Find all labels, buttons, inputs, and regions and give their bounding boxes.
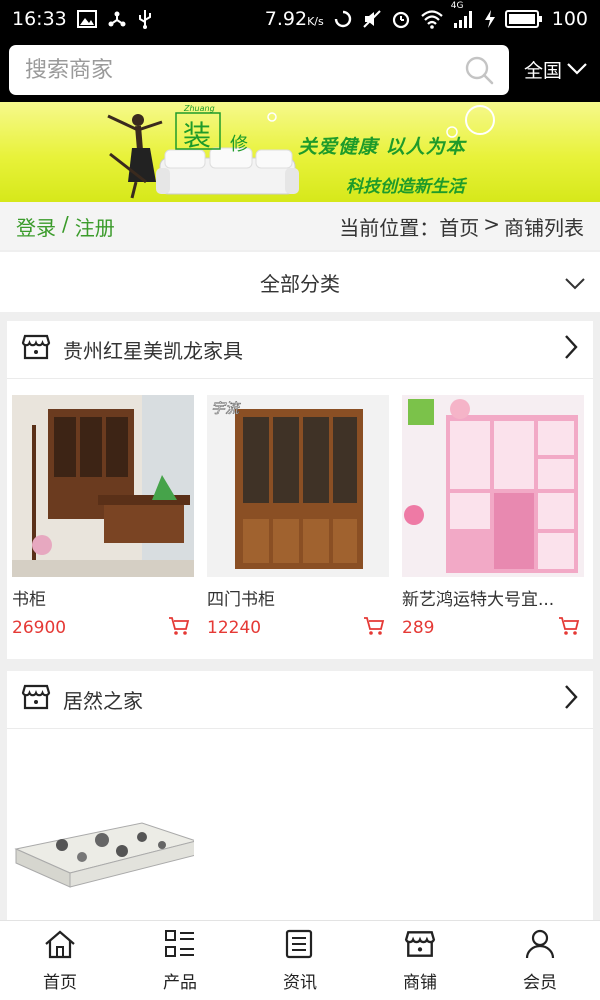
search-bar[interactable]: [9, 45, 509, 95]
breadcrumb-home-link[interactable]: 首页: [439, 212, 479, 241]
product-name: 四门书柜: [207, 590, 275, 610]
product-price: 289: [402, 618, 435, 638]
product-card[interactable]: 新艺鸿运特大号宜... 289: [402, 395, 584, 640]
cart-icon[interactable]: [168, 616, 190, 640]
auth-separator: /: [62, 211, 69, 236]
wifi-icon: [420, 9, 444, 29]
share-icon: [107, 9, 127, 29]
svg-text:宇流: 宇流: [211, 401, 241, 417]
breadcrumb-current: 商铺列表: [504, 215, 584, 240]
store-header[interactable]: 贵州红星美凯龙家具: [7, 321, 593, 379]
dancer-illustration: [107, 114, 163, 199]
image-icon: [76, 10, 97, 28]
sofa-illustration: [156, 147, 299, 195]
store-name: 贵州红星美凯龙家具: [63, 339, 243, 363]
banner-logo-char: 装: [183, 119, 212, 152]
category-filter[interactable]: 全部分类: [0, 252, 600, 312]
network-speed: 7.92K/s: [264, 8, 324, 30]
breadcrumb-arrow: >: [483, 211, 500, 236]
header: 全国: [0, 38, 600, 102]
store-icon: [404, 929, 436, 964]
store-header[interactable]: 居然之家: [7, 671, 593, 729]
alarm-icon: [391, 9, 411, 29]
sync-icon: [333, 9, 353, 29]
region-label: 全国: [524, 60, 563, 82]
banner-logo-char2: 修: [230, 134, 248, 155]
product-image[interactable]: [402, 395, 584, 577]
status-bar: 16:33 7.92K/s 4G 100: [0, 0, 600, 38]
product-name: 书柜: [12, 590, 46, 610]
battery-icon: [504, 9, 543, 29]
products-icon: [164, 929, 196, 964]
store-icon: [21, 333, 51, 366]
store-name: 居然之家: [63, 689, 143, 713]
cart-icon[interactable]: [363, 616, 385, 640]
product-list: [7, 729, 593, 927]
chevron-down-icon: [564, 272, 586, 296]
cart-icon[interactable]: [558, 616, 580, 640]
product-image[interactable]: 宇流: [207, 395, 389, 577]
product-price: 12240: [207, 618, 262, 638]
charging-icon: [484, 9, 496, 29]
clock: 16:33: [12, 8, 67, 30]
chevron-right-icon[interactable]: [563, 683, 579, 716]
store-icon: [21, 683, 51, 716]
app-screen: 16:33 7.92K/s 4G 100 搜索商家 全国 Zhuang 装 修 …: [0, 0, 600, 1000]
tab-label: 首页: [43, 972, 77, 993]
banner-slogan-2: 科技创造新生活: [346, 177, 465, 197]
tab-stores[interactable]: 商铺: [360, 921, 480, 1000]
tab-home[interactable]: 首页: [0, 921, 120, 1000]
bottom-tab-bar: 首页 产品 资讯 商铺 会员: [0, 920, 600, 1000]
product-image[interactable]: [12, 745, 194, 927]
banner-logo-small: Zhuang: [184, 104, 215, 113]
location-prefix: 当前位置：: [339, 215, 440, 240]
tab-products[interactable]: 产品: [120, 921, 240, 1000]
store-card: 居然之家: [7, 671, 593, 927]
chevron-right-icon[interactable]: [563, 333, 579, 366]
banner-slogan-1: 关爱健康 以人为本: [298, 136, 466, 158]
product-image[interactable]: [12, 395, 194, 577]
product-card[interactable]: 书柜 26900: [12, 395, 194, 640]
category-label: 全部分类: [260, 271, 340, 296]
tab-label: 产品: [163, 972, 197, 993]
battery-level: 100: [551, 8, 588, 30]
region-selector[interactable]: 全国: [524, 56, 588, 83]
product-card[interactable]: [12, 745, 194, 927]
usb-icon: [137, 8, 153, 30]
chevron-down-icon: [566, 59, 588, 81]
promo-banner[interactable]: Zhuang 装 修 关爱健康 以人为本 科技创造新生活: [0, 102, 600, 202]
tab-news[interactable]: 资讯: [240, 921, 360, 1000]
tab-label: 商铺: [403, 972, 437, 993]
product-list: 书柜 26900 宇流 四门书柜 12240 新艺鸿运特大号宜... 289: [7, 379, 593, 640]
product-name: 新艺鸿运特大号宜...: [402, 590, 555, 610]
mute-icon: [362, 9, 382, 29]
cell-signal-icon: 4G: [451, 1, 475, 29]
product-price: 26900: [12, 618, 67, 638]
tab-member[interactable]: 会员: [480, 921, 600, 1000]
news-icon: [284, 929, 316, 964]
login-link[interactable]: 登录: [16, 212, 56, 241]
tab-label: 会员: [523, 972, 557, 993]
search-icon[interactable]: [455, 46, 503, 94]
store-card: 贵州红星美凯龙家具 书柜 26900 宇流 四门书柜 12240 新艺鸿运特大号…: [7, 321, 593, 659]
auth-links: 登录 / 注册: [16, 212, 115, 241]
member-icon: [524, 929, 556, 964]
register-link[interactable]: 注册: [75, 212, 115, 241]
breadcrumb-row: 登录 / 注册 当前位置： 首页 > 商铺列表: [0, 202, 600, 250]
search-input[interactable]: [25, 57, 455, 83]
product-card[interactable]: 宇流 四门书柜 12240: [207, 395, 389, 640]
tab-label: 资讯: [283, 972, 317, 993]
breadcrumb: 当前位置： 首页 > 商铺列表: [339, 212, 584, 241]
home-icon: [44, 929, 76, 964]
